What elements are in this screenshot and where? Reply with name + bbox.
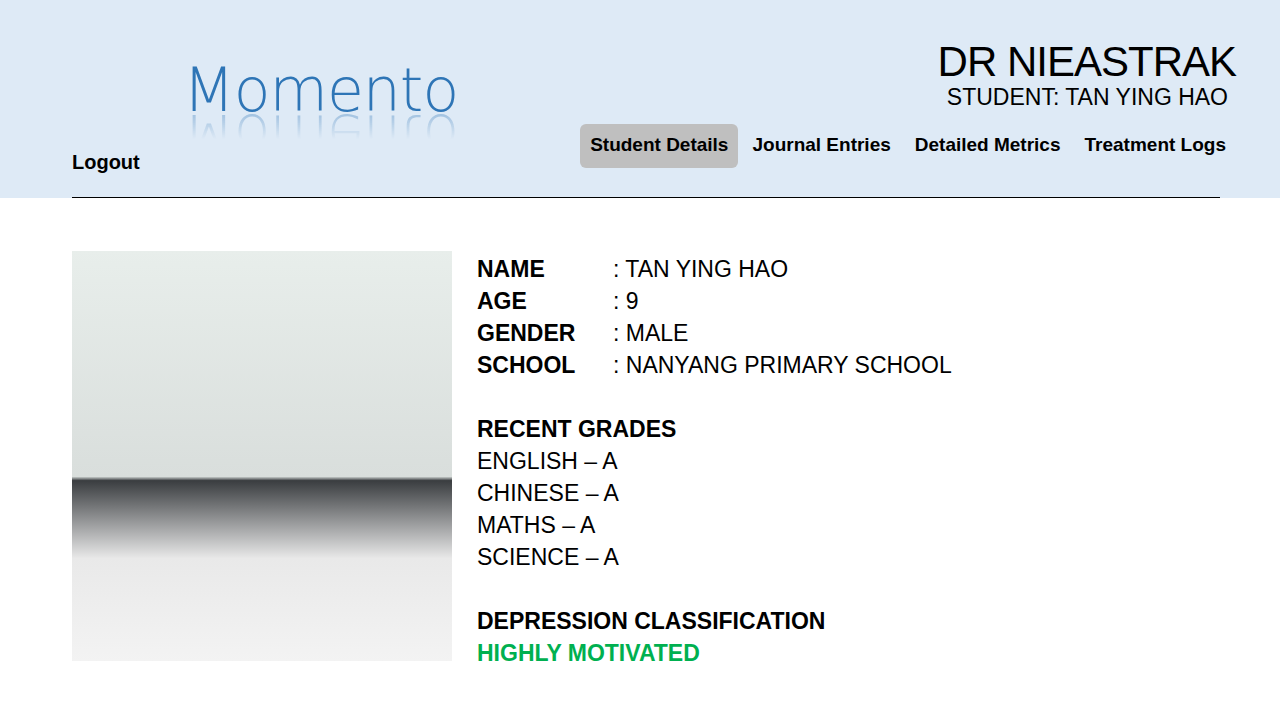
- detail-row: AGE: 9: [477, 285, 952, 317]
- nav-tab[interactable]: Treatment Logs: [1075, 124, 1236, 168]
- header: MomentoLogoutDR NIEASTRAKSTUDENT: TAN YI…: [72, 0, 1220, 198]
- detail-label: SCHOOL: [477, 349, 613, 381]
- header-band: Momento Logout DR NIEASTRAKSTUDENT: TAN YI…: [0, 0, 1280, 198]
- header-wrap: MomentoLogoutDR NIEASTRAKSTUDENT: TAN YI…: [72, 0, 1220, 198]
- detail-value: : TAN YING HAO: [613, 253, 788, 285]
- nav-tab[interactable]: Student Details: [580, 124, 738, 168]
- detail-row: NAME: TAN YING HAO: [477, 253, 952, 285]
- detail-label: GENDER: [477, 317, 613, 349]
- grade-item: CHINESE – A: [477, 477, 952, 509]
- detail-value: : 9: [613, 285, 639, 317]
- tab-bar: Student DetailsJournal EntriesDetailed M…: [580, 124, 1236, 168]
- student-photo: [72, 251, 452, 661]
- nav-tab[interactable]: Journal Entries: [742, 124, 900, 168]
- grades-title: RECENT GRADES: [477, 413, 952, 445]
- logout-link[interactable]: Logout: [72, 150, 512, 174]
- grade-item: SCIENCE – A: [477, 541, 952, 573]
- student-details: NAME: TAN YING HAOAGE: 9GENDER: MALESCHO…: [72, 251, 1220, 669]
- doctor-name: DR NIEASTRAK: [938, 40, 1236, 84]
- header-right: DR NIEASTRAKSTUDENT: TAN YING HAO Student…: [580, 0, 1236, 197]
- student-info: NAME: TAN YING HAOAGE: 9GENDER: MALESCHO…: [477, 251, 952, 669]
- app-logo: Momento: [183, 60, 512, 120]
- nav-tab[interactable]: Detailed Metrics: [905, 124, 1071, 168]
- detail-row: SCHOOL: NANYANG PRIMARY SCHOOL: [477, 349, 952, 381]
- detail-value: : NANYANG PRIMARY SCHOOL: [613, 349, 952, 381]
- header-left: Momento Logout: [72, 0, 512, 197]
- classification-value: HIGHLY MOTIVATED: [477, 637, 952, 669]
- detail-value: : MALE: [613, 317, 688, 349]
- detail-row: GENDER: MALE: [477, 317, 952, 349]
- classification-title: DEPRESSION CLASSIFICATION: [477, 605, 952, 637]
- detail-label: AGE: [477, 285, 613, 317]
- grade-item: MATHS – A: [477, 509, 952, 541]
- grade-item: ENGLISH – A: [477, 445, 952, 477]
- student-label: STUDENT: TAN YING HAO: [947, 84, 1228, 112]
- detail-label: NAME: [477, 253, 613, 285]
